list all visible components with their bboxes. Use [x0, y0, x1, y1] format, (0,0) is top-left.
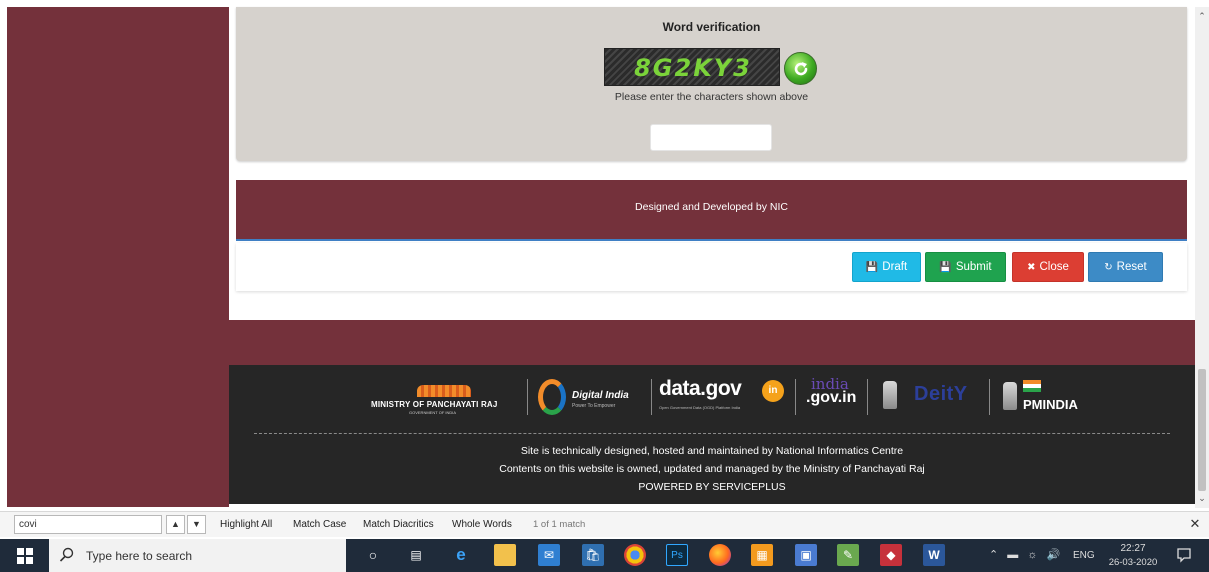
reset-button[interactable]: ↻ Reset — [1088, 252, 1163, 282]
match-case-option[interactable]: Match Case — [293, 519, 346, 530]
chrome-icon[interactable] — [624, 544, 646, 566]
save-icon: 💾 — [865, 261, 879, 273]
pm-emblem-icon — [1003, 382, 1017, 410]
verification-title: Word verification — [662, 20, 761, 34]
captcha-text: 8G2KY3 — [634, 54, 752, 82]
save-icon: 💾 — [939, 261, 952, 273]
footer-content-text: Contents on this website is owned, updat… — [499, 463, 925, 475]
clock-date[interactable]: 26-03-2020 — [1105, 557, 1161, 568]
logo-divider — [651, 379, 652, 415]
datagov-name: data.gov — [659, 377, 742, 400]
find-match-status: 1 of 1 match — [533, 519, 586, 530]
clock-time[interactable]: 22:27 — [1107, 543, 1159, 554]
form-actions: 💾 Draft 💾 Submit ✖ Close ↻ Reset — [236, 243, 1187, 291]
close-find-bar-icon[interactable]: ✕ — [1187, 516, 1203, 532]
scroll-down-arrow-icon[interactable]: ⌄ — [1197, 493, 1207, 503]
mopr-emblem-icon — [417, 385, 471, 397]
digital-india-mark-icon — [538, 379, 566, 415]
find-input[interactable]: covi — [14, 515, 162, 534]
photoshop-icon[interactable]: Ps — [666, 544, 688, 566]
find-next-button[interactable]: ▼ — [187, 515, 206, 534]
app-icon[interactable]: ▦ — [751, 544, 773, 566]
mopr-name: MINISTRY OF PANCHAYATI RAJ — [371, 400, 498, 409]
cortana-icon[interactable]: ○ — [362, 544, 384, 566]
close-label: Close — [1039, 261, 1069, 273]
submit-label: Submit — [955, 261, 992, 273]
close-button[interactable]: ✖ Close — [1012, 252, 1084, 282]
reset-label: Reset — [1116, 261, 1147, 273]
browser-viewport: Word verification 8G2KY3 Please enter th… — [0, 0, 1209, 508]
task-view-icon[interactable]: ▤ — [405, 544, 427, 566]
refresh-captcha-icon[interactable] — [784, 52, 817, 85]
logo-divider — [795, 379, 796, 415]
left-side-band — [7, 7, 229, 507]
draft-label: Draft — [882, 261, 908, 273]
word-verification-panel: Word verification 8G2KY3 Please enter th… — [236, 7, 1187, 161]
nic-credit-text: Designed and Developed by NIC — [635, 201, 788, 213]
windows-taskbar: Type here to search ○ ▤ e ✉ 🛍 Ps ▦ ▣ ✎ ◆… — [0, 539, 1209, 572]
find-bar: covi ▲ ▼ Highlight All Match Case Match … — [0, 511, 1209, 537]
search-icon — [59, 547, 74, 562]
match-diacritics-option[interactable]: Match Diacritics — [363, 519, 434, 530]
indiagov-gov: .gov.in — [806, 389, 857, 406]
find-previous-button[interactable]: ▲ — [166, 515, 185, 534]
footer-band — [229, 320, 1195, 365]
scroll-up-arrow-icon[interactable]: ⌃ — [1197, 11, 1207, 21]
mail-icon[interactable]: ✉ — [538, 544, 560, 566]
highlight-all-option[interactable]: Highlight All — [220, 519, 272, 530]
india-flag-icon — [1023, 380, 1041, 392]
notifications-icon[interactable] — [1176, 547, 1192, 563]
nic-credit-bar: Designed and Developed by NIC — [236, 180, 1187, 241]
footer-hosting-text: Site is technically designed, hosted and… — [520, 445, 904, 457]
logo-divider — [989, 379, 990, 415]
logo-divider — [867, 379, 868, 415]
mopr-subtitle: GOVERNMENT OF INDIA — [409, 410, 457, 415]
vertical-scrollbar[interactable]: ⌃ ⌄ — [1195, 7, 1209, 508]
app-icon[interactable]: ▣ — [795, 544, 817, 566]
file-explorer-icon[interactable] — [494, 544, 516, 566]
logo-divider — [527, 379, 528, 415]
digital-india-logo[interactable]: Digital India Power To Empower — [538, 379, 648, 417]
digital-india-name: Digital India — [572, 390, 629, 401]
datagov-subtitle: Open Government Data (OGD) Platform Indi… — [659, 405, 741, 410]
edge-icon[interactable]: e — [450, 544, 472, 566]
captcha-input[interactable] — [650, 124, 772, 151]
tray-icons[interactable]: ⌃ ▬ ☼ 🔊 — [989, 548, 1063, 561]
language-indicator[interactable]: ENG — [1073, 550, 1095, 561]
captcha-image: 8G2KY3 — [604, 48, 780, 86]
whole-words-option[interactable]: Whole Words — [452, 519, 512, 530]
store-icon[interactable]: 🛍 — [582, 544, 604, 566]
captcha-instructions: Please enter the characters shown above — [614, 91, 809, 103]
footer-divider — [254, 433, 1170, 434]
submit-button[interactable]: 💾 Submit — [925, 252, 1006, 282]
partner-logos: MINISTRY OF PANCHAYATI RAJ GOVERNMENT OF… — [229, 375, 1195, 417]
footer-powered-by: POWERED BY SERVICEPLUS — [638, 481, 786, 493]
deity-logo[interactable]: DeitY — [914, 383, 968, 406]
close-circle-icon: ✖ — [1027, 261, 1036, 273]
draft-button[interactable]: 💾 Draft — [852, 252, 921, 282]
datagov-in-badge: in — [762, 380, 784, 402]
taskbar-search[interactable]: Type here to search — [49, 539, 346, 572]
start-button[interactable] — [0, 539, 49, 572]
refresh-icon: ↻ — [1104, 261, 1113, 273]
app-icon[interactable]: ◆ — [880, 544, 902, 566]
firefox-icon[interactable] — [709, 544, 731, 566]
scrollbar-thumb[interactable] — [1198, 369, 1206, 491]
pmindia-name: PMINDIA — [1023, 397, 1078, 412]
refresh-arrow-icon — [794, 62, 808, 76]
windows-logo-icon — [16, 547, 33, 564]
app-icon[interactable]: ✎ — [837, 544, 859, 566]
word-icon[interactable]: W — [923, 544, 945, 566]
digital-india-tagline: Power To Empower — [572, 403, 616, 409]
taskbar-search-placeholder: Type here to search — [86, 549, 193, 563]
footer: MINISTRY OF PANCHAYATI RAJ GOVERNMENT OF… — [229, 365, 1195, 504]
